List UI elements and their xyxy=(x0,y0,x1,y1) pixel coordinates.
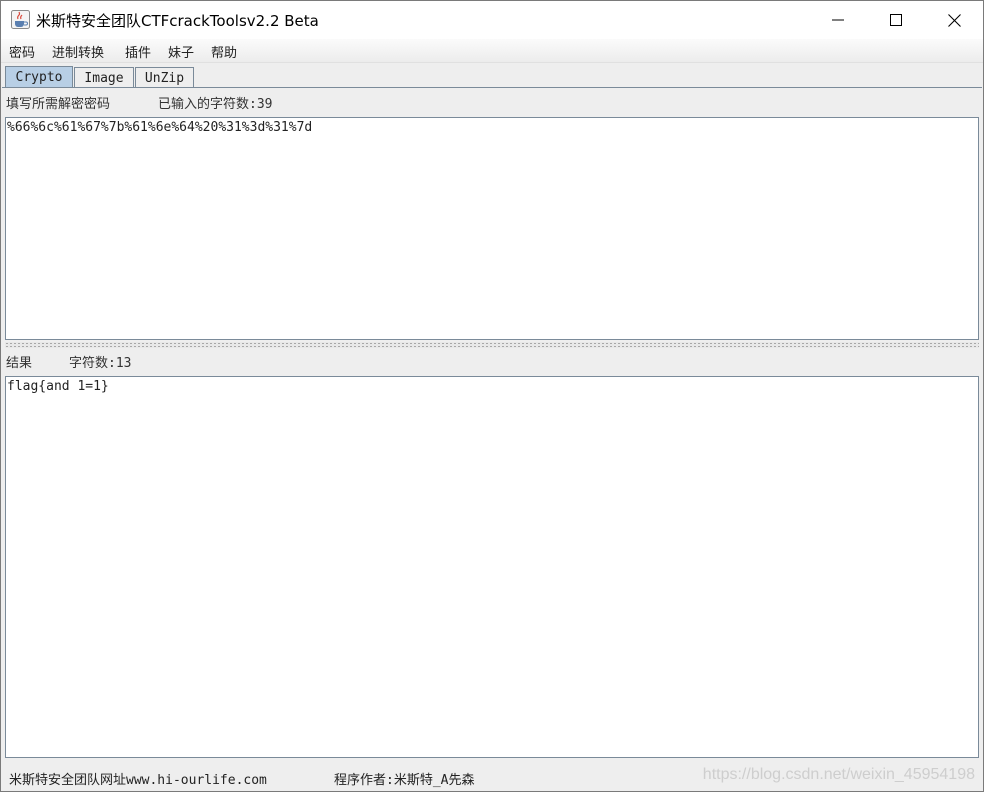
menu-girls[interactable]: 妹子 xyxy=(168,42,194,61)
close-button[interactable] xyxy=(925,1,983,39)
window-title: 米斯特安全团队CTFcrackToolsv2.2 Beta xyxy=(36,12,319,30)
menu-help[interactable]: 帮助 xyxy=(211,42,237,61)
maximize-icon xyxy=(890,14,902,26)
website-info: 米斯特安全团队网址www.hi-ourlife.com xyxy=(9,773,267,788)
title-bar[interactable]: 米斯特安全团队CTFcrackToolsv2.2 Beta xyxy=(1,1,983,39)
tab-strip: Crypto Image UnZip xyxy=(1,63,983,88)
maximize-button[interactable] xyxy=(867,1,925,39)
menu-plugins[interactable]: 插件 xyxy=(125,42,151,61)
result-char-count: 字符数:13 xyxy=(69,356,132,371)
input-char-count: 已输入的字符数:39 xyxy=(158,97,273,112)
author-info: 程序作者:米斯特_A先森 xyxy=(334,773,475,788)
menu-bar: 密码 进制转换 插件 妹子 帮助 xyxy=(1,39,983,63)
cipher-input[interactable]: %66%6c%61%67%7b%61%6e%64%20%31%3d%31%7d xyxy=(5,117,979,340)
status-footer: 米斯特安全团队网址www.hi-ourlife.com 程序作者:米斯特_A先森… xyxy=(1,763,983,791)
input-label: 填写所需解密密码 xyxy=(6,97,111,112)
menu-crypto[interactable]: 密码 xyxy=(9,42,35,61)
tab-crypto[interactable]: Crypto xyxy=(5,66,73,88)
minimize-icon xyxy=(832,19,844,21)
app-window: 米斯特安全团队CTFcrackToolsv2.2 Beta 密码 进制转换 插件… xyxy=(0,0,984,792)
watermark-text: https://blog.csdn.net/weixin_45954198 xyxy=(702,766,975,783)
tab-unzip[interactable]: UnZip xyxy=(135,67,194,88)
split-pane-divider[interactable] xyxy=(5,342,979,348)
tab-image[interactable]: Image xyxy=(74,67,134,88)
result-output[interactable]: flag{and 1=1} xyxy=(5,376,979,758)
minimize-button[interactable] xyxy=(809,1,867,39)
menu-base-conversion[interactable]: 进制转换 xyxy=(52,42,104,61)
crypto-panel: 填写所需解密密码 已输入的字符数:39 %66%6c%61%67%7b%61%6… xyxy=(2,87,982,763)
close-icon xyxy=(947,13,961,27)
result-label: 结果 xyxy=(6,356,33,371)
java-cup-icon xyxy=(11,10,30,29)
